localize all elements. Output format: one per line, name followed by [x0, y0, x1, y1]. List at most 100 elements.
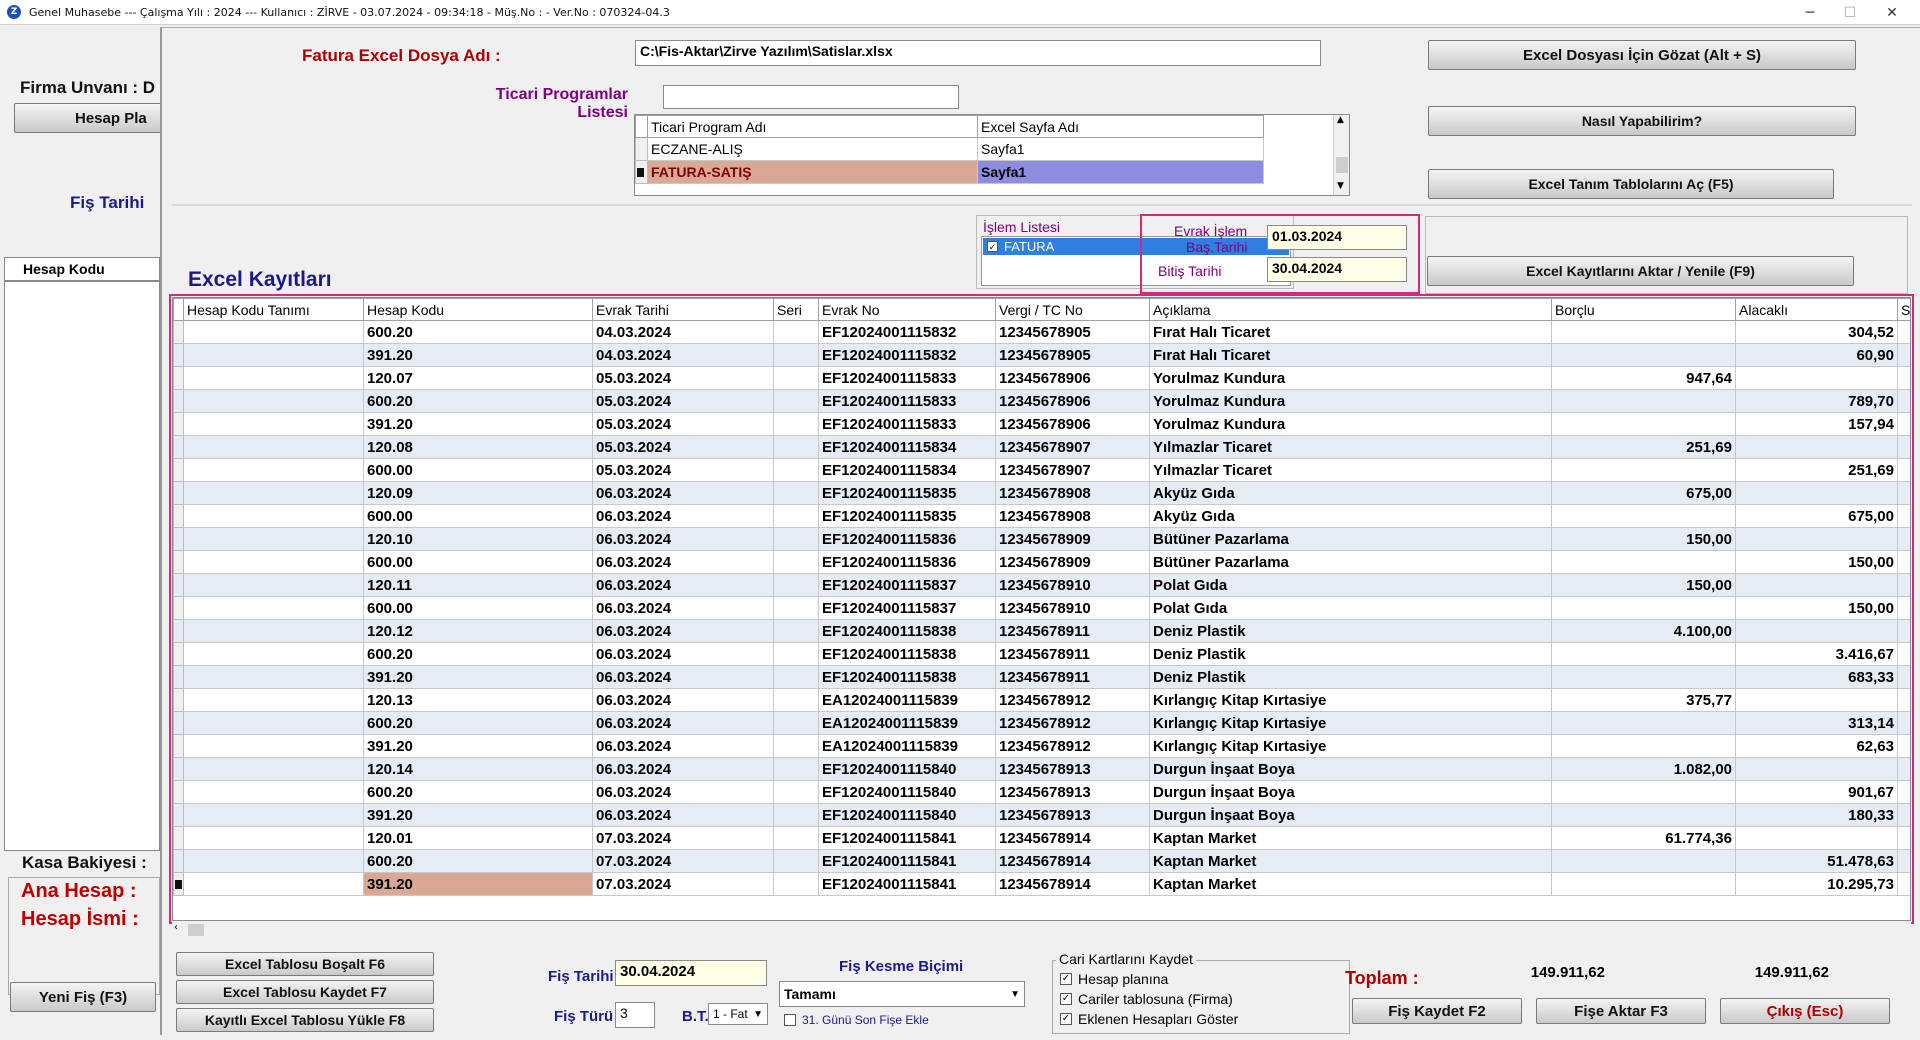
checkbox-checked-icon[interactable]: ✓ [1060, 973, 1072, 985]
cell-sto[interactable] [1897, 320, 1910, 344]
cell-alacakli[interactable]: 683,33 [1735, 665, 1898, 689]
fis-kaydet-button[interactable]: Fiş Kaydet F2 [1352, 998, 1522, 1024]
table-row[interactable]: 391.20 06.03.2024 EF12024001115838 12345678… [173, 665, 1910, 689]
cell-aciklama[interactable]: Polat Gıda [1149, 573, 1552, 597]
cell-alacakli[interactable]: 901,67 [1735, 780, 1898, 804]
row-indicator[interactable] [173, 872, 184, 896]
table-row[interactable]: 600.20 06.03.2024 EF12024001115840 12345678… [173, 780, 1910, 804]
table-row[interactable]: 391.20 06.03.2024 EF12024001115840 12345678… [173, 803, 1910, 827]
cell-seri[interactable] [773, 412, 819, 436]
cell-sto[interactable] [1897, 757, 1910, 781]
cell-sto[interactable] [1897, 849, 1910, 873]
cell-aciklama[interactable]: Yorulmaz Kundura [1149, 366, 1552, 390]
cell-vergi-no[interactable]: 12345678914 [995, 872, 1150, 896]
cell-aciklama[interactable]: Kırlangıç Kitap Kırtasiye [1149, 734, 1552, 758]
cell-evrak-tarihi[interactable]: 07.03.2024 [592, 826, 774, 850]
table-row[interactable]: 600.00 06.03.2024 EF12024001115837 12345678… [173, 596, 1910, 620]
cell-evrak-tarihi[interactable]: 06.03.2024 [592, 504, 774, 528]
table-row[interactable]: 600.00 06.03.2024 EF12024001115835 12345678… [173, 504, 1910, 528]
row-indicator[interactable] [173, 642, 184, 666]
cell-aciklama[interactable]: Kaptan Market [1149, 826, 1552, 850]
cell-aciklama[interactable]: Polat Gıda [1149, 596, 1552, 620]
cell-sto[interactable] [1897, 619, 1910, 643]
cell-seri[interactable] [773, 320, 819, 344]
col-header-tanim[interactable]: Hesap Kodu Tanımı [183, 298, 364, 321]
cell-vergi-no[interactable]: 12345678913 [995, 757, 1150, 781]
cell-evrak-no[interactable]: EF12024001115838 [818, 619, 996, 643]
cell-aciklama[interactable]: Akyüz Gıda [1149, 481, 1552, 505]
col-header-evrak-tarihi[interactable]: Evrak Tarihi [592, 298, 774, 321]
cell-evrak-no[interactable]: EF12024001115835 [818, 504, 996, 528]
table-row[interactable]: 120.12 06.03.2024 EF12024001115838 12345678… [173, 619, 1910, 643]
row-indicator[interactable] [173, 412, 184, 436]
cell-tanim[interactable] [183, 826, 364, 850]
table-row[interactable]: 120.01 07.03.2024 EF12024001115841 12345678… [173, 826, 1910, 850]
cell-vergi-no[interactable]: 12345678913 [995, 780, 1150, 804]
cell-sto[interactable] [1897, 412, 1910, 436]
cell-borclu[interactable]: 4.100,00 [1551, 619, 1736, 643]
cell-hesap-kodu[interactable]: 600.20 [363, 780, 593, 804]
cell-evrak-no[interactable]: EF12024001115841 [818, 826, 996, 850]
cell-seri[interactable] [773, 688, 819, 712]
cell-borclu[interactable]: 150,00 [1551, 573, 1736, 597]
checkbox-checked-icon[interactable]: ✓ [1060, 993, 1072, 1005]
cell-aciklama[interactable]: Bütüner Pazarlama [1149, 550, 1552, 574]
cell-hesap-kodu[interactable]: 391.20 [363, 665, 593, 689]
cell-alacakli[interactable]: 3.416,67 [1735, 642, 1898, 666]
cell-evrak-tarihi[interactable]: 06.03.2024 [592, 665, 774, 689]
cell-hesap-kodu[interactable]: 600.20 [363, 849, 593, 873]
table-row[interactable]: 600.00 06.03.2024 EF12024001115836 12345678… [173, 550, 1910, 574]
cell-aciklama[interactable]: Kaptan Market [1149, 872, 1552, 896]
cell-hesap-kodu[interactable]: 600.00 [363, 596, 593, 620]
cell-evrak-tarihi[interactable]: 05.03.2024 [592, 389, 774, 413]
cell-evrak-tarihi[interactable]: 06.03.2024 [592, 642, 774, 666]
cell-alacakli[interactable] [1735, 573, 1898, 597]
cell-evrak-no[interactable]: EF12024001115836 [818, 527, 996, 551]
cell-alacakli[interactable]: 251,69 [1735, 458, 1898, 482]
hscroll-thumb[interactable] [188, 924, 204, 936]
cell-evrak-tarihi[interactable]: 04.03.2024 [592, 343, 774, 367]
cell-tanim[interactable] [183, 642, 364, 666]
table-row[interactable]: 120.10 06.03.2024 EF12024001115836 12345678… [173, 527, 1910, 551]
cell-sto[interactable] [1897, 803, 1910, 827]
cell-sto[interactable] [1897, 665, 1910, 689]
cell-seri[interactable] [773, 826, 819, 850]
cell-tanim[interactable] [183, 550, 364, 574]
cell-tanim[interactable] [183, 596, 364, 620]
scroll-up-icon[interactable]: ▲ [1337, 115, 1344, 125]
row-indicator[interactable] [173, 688, 184, 712]
col-header-seri[interactable]: Seri [773, 298, 819, 321]
cell-vergi-no[interactable]: 12345678908 [995, 504, 1150, 528]
chk-hesap-plani[interactable]: ✓ Hesap planına [1060, 971, 1168, 987]
table-row[interactable]: 600.20 04.03.2024 EF12024001115832 12345678… [173, 320, 1910, 344]
cell-alacakli[interactable]: 60,90 [1735, 343, 1898, 367]
table-row[interactable]: 120.09 06.03.2024 EF12024001115835 12345678… [173, 481, 1910, 505]
cell-alacakli[interactable] [1735, 826, 1898, 850]
table-row[interactable]: 120.11 06.03.2024 EF12024001115837 12345678… [173, 573, 1910, 597]
cell-sto[interactable] [1897, 872, 1910, 896]
cell-seri[interactable] [773, 458, 819, 482]
cell-evrak-tarihi[interactable]: 06.03.2024 [592, 596, 774, 620]
cikis-button[interactable]: Çıkış (Esc) [1720, 998, 1890, 1024]
cell-evrak-no[interactable]: EF12024001115833 [818, 412, 996, 436]
table-row[interactable]: 600.00 05.03.2024 EF12024001115834 12345678… [173, 458, 1910, 482]
cell-evrak-tarihi[interactable]: 05.03.2024 [592, 435, 774, 459]
cell-alacakli[interactable]: 304,52 [1735, 320, 1898, 344]
row-indicator[interactable] [173, 389, 184, 413]
cell-seri[interactable] [773, 780, 819, 804]
cell-sto[interactable] [1897, 504, 1910, 528]
cell-sto[interactable] [1897, 458, 1910, 482]
cell-vergi-no[interactable]: 12345678914 [995, 849, 1150, 873]
cell-evrak-no[interactable]: EF12024001115832 [818, 320, 996, 344]
cell-vergi-no[interactable]: 12345678905 [995, 343, 1150, 367]
cell-alacakli[interactable]: 10.295,73 [1735, 872, 1898, 896]
browse-excel-button[interactable]: Excel Dosyası İçin Gözat (Alt + S) [1428, 40, 1856, 70]
excel-yukle-button[interactable]: Kayıtlı Excel Tablosu Yükle F8 [176, 1008, 434, 1032]
cell-evrak-tarihi[interactable]: 06.03.2024 [592, 481, 774, 505]
scroll-thumb[interactable] [1336, 157, 1348, 173]
cell-borclu[interactable] [1551, 780, 1736, 804]
cell-evrak-no[interactable]: EA12024001115839 [818, 711, 996, 735]
cell-seri[interactable] [773, 389, 819, 413]
cell-borclu[interactable]: 1.082,00 [1551, 757, 1736, 781]
cell-tanim[interactable] [183, 849, 364, 873]
